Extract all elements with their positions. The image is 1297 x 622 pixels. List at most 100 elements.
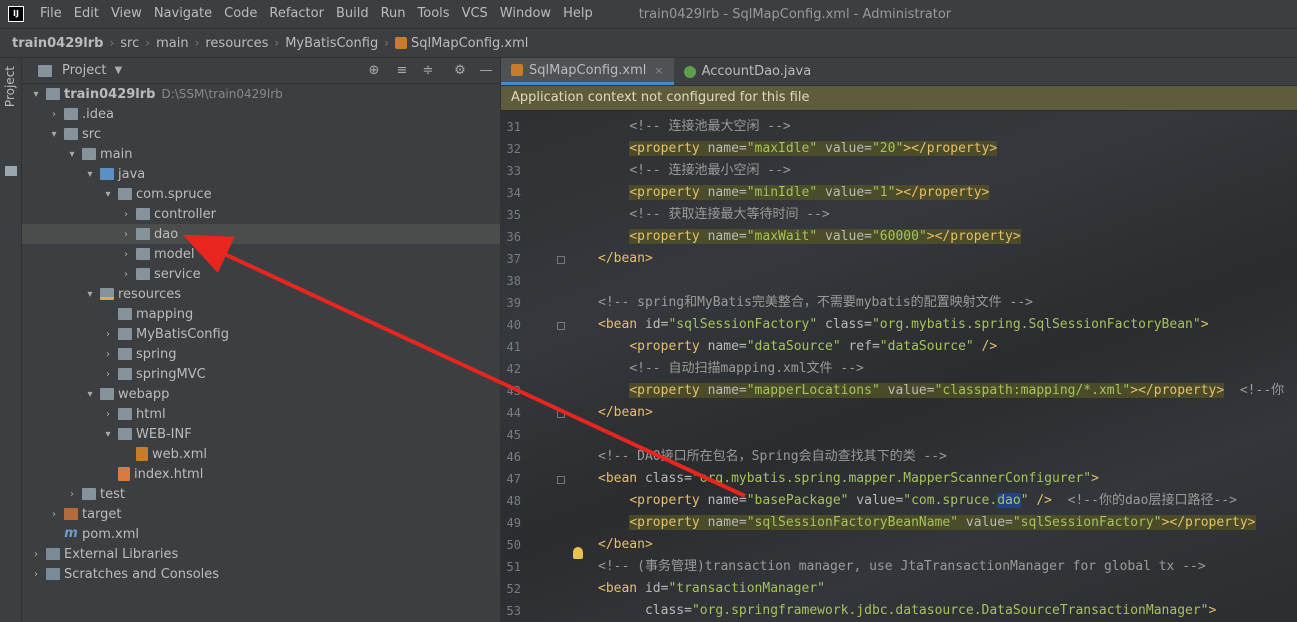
tree-item-dao[interactable]: › dao — [22, 224, 500, 244]
tree-item-test[interactable]: › test — [22, 484, 500, 504]
gear-icon[interactable]: ⚙ — [452, 63, 468, 78]
code-editor[interactable]: 31 32 33 34 35 36 37 38 39 40 41 42 43 44 45 46 47 48 49 50… — [501, 111, 1297, 622]
fold-marker-icon[interactable] — [557, 476, 565, 484]
code-token: name= — [707, 185, 747, 200]
menu-vcs[interactable]: VCS — [456, 0, 494, 28]
chevron-down-icon[interactable]: ▾ — [102, 189, 114, 200]
menu-navigate[interactable]: Navigate — [148, 0, 218, 28]
tree-item-mybatisconfig[interactable]: › MyBatisConfig — [22, 324, 500, 344]
chevron-down-icon[interactable]: ▾ — [30, 89, 42, 100]
menu-run[interactable]: Run — [375, 0, 412, 28]
tree-item-com-spruce[interactable]: ▾ com.spruce — [22, 184, 500, 204]
tree-item-service[interactable]: › service — [22, 264, 500, 284]
code-token: "1" — [871, 185, 896, 200]
tree-item-label: html — [136, 406, 166, 422]
menu-refactor[interactable]: Refactor — [263, 0, 330, 28]
project-tool-window-button[interactable]: Project — [3, 66, 17, 107]
fold-marker-icon[interactable] — [557, 410, 565, 418]
tree-item-label: web.xml — [152, 446, 207, 462]
chevron-down-icon[interactable]: ▾ — [48, 129, 60, 140]
java-class-icon — [683, 65, 696, 78]
chevron-down-icon[interactable]: ▼ — [114, 65, 122, 76]
breadcrumb-item[interactable]: train0429lrb — [12, 36, 103, 51]
close-icon[interactable]: × — [654, 64, 663, 77]
breadcrumb-item[interactable]: src — [120, 36, 139, 51]
tree-item-html[interactable]: › html — [22, 404, 500, 424]
chevron-right-icon[interactable]: › — [120, 249, 132, 260]
chevron-right-icon[interactable]: › — [120, 269, 132, 280]
minimize-icon[interactable]: — — [478, 63, 494, 78]
tree-item-webapp[interactable]: ▾ webapp — [22, 384, 500, 404]
tree-item-target[interactable]: › target — [22, 504, 500, 524]
menu-build[interactable]: Build — [330, 0, 375, 28]
chevron-down-icon[interactable]: ▾ — [102, 429, 114, 440]
breadcrumb-item[interactable]: SqlMapConfig.xml — [411, 36, 528, 51]
chevron-right-icon[interactable]: › — [102, 329, 114, 340]
tree-item-external-libraries[interactable]: › External Libraries — [22, 544, 500, 564]
menu-help[interactable]: Help — [557, 0, 599, 28]
fold-marker-icon[interactable] — [557, 322, 565, 330]
chevron-right-icon[interactable]: › — [48, 109, 60, 120]
breadcrumb-item[interactable]: main — [156, 36, 188, 51]
chevron-down-icon[interactable]: ▾ — [84, 289, 96, 300]
chevron-right-icon[interactable]: › — [120, 229, 132, 240]
chevron-right-icon[interactable]: › — [30, 549, 42, 560]
tree-item-src[interactable]: ▾ src — [22, 124, 500, 144]
code-token: name= — [707, 141, 747, 156]
code-token: "com.spruce. — [903, 493, 998, 508]
project-panel-title[interactable]: Project — [62, 63, 106, 78]
menu-code[interactable]: Code — [218, 0, 263, 28]
breadcrumb-item[interactable]: resources — [205, 36, 268, 51]
tab-sqlmapconfig-xml[interactable]: SqlMapConfig.xml × — [501, 58, 674, 85]
tree-item-train0429lrb[interactable]: ▾ train0429lrb D:\SSM\train0429lrb — [22, 84, 500, 104]
crosshair-icon[interactable]: ⊕ — [366, 63, 382, 78]
collapse-icon[interactable]: ≑ — [420, 63, 436, 78]
chevron-down-icon[interactable]: ▾ — [84, 169, 96, 180]
chevron-right-icon[interactable]: › — [120, 209, 132, 220]
tree-item-java[interactable]: ▾ java — [22, 164, 500, 184]
chevron-right-icon[interactable]: › — [48, 509, 60, 520]
tree-item-web-inf[interactable]: ▾ WEB-INF — [22, 424, 500, 444]
tree-item-mapping[interactable]: mapping — [22, 304, 500, 324]
chevron-right-icon[interactable]: › — [102, 409, 114, 420]
tree-item-controller[interactable]: › controller — [22, 204, 500, 224]
breadcrumb-item[interactable]: MyBatisConfig — [285, 36, 378, 51]
code-token: ></property> — [895, 185, 990, 200]
structure-icon[interactable] — [5, 166, 17, 176]
menu-edit[interactable]: Edit — [68, 0, 105, 28]
tree-item-model[interactable]: › model — [22, 244, 500, 264]
tree-item-label: target — [82, 506, 122, 522]
tree-item--idea[interactable]: › .idea — [22, 104, 500, 124]
chevron-right-icon[interactable]: › — [102, 369, 114, 380]
tab-accountdao-java[interactable]: AccountDao.java — [674, 58, 822, 85]
window-title: train0429lrb - SqlMapConfig.xml - Admini… — [638, 6, 952, 22]
chevron-down-icon[interactable]: ▾ — [84, 389, 96, 400]
code-token: id= — [644, 581, 669, 596]
tree-item-scratches-and-consoles[interactable]: › Scratches and Consoles — [22, 564, 500, 584]
chevron-right-icon[interactable]: › — [66, 489, 78, 500]
tree-item-index-html[interactable]: index.html — [22, 464, 500, 484]
folder-icon — [118, 428, 132, 440]
chevron-right-icon[interactable]: › — [102, 349, 114, 360]
intellij-logo-icon[interactable]: IJ — [8, 6, 24, 22]
left-tool-strip: Project — [0, 58, 22, 622]
menu-tools[interactable]: Tools — [412, 0, 456, 28]
tree-item-main[interactable]: ▾ main — [22, 144, 500, 164]
code-token: " — [1020, 493, 1029, 508]
menu-window[interactable]: Window — [494, 0, 557, 28]
lightbulb-icon[interactable] — [573, 547, 583, 559]
menu-file[interactable]: File — [34, 0, 68, 28]
line-number: 53 — [506, 604, 521, 618]
chevron-down-icon[interactable]: ▾ — [66, 149, 78, 160]
tree-item-label: WEB-INF — [136, 426, 192, 442]
tree-item-pom-xml[interactable]: m pom.xml — [22, 524, 500, 544]
expand-icon[interactable]: ≡ — [394, 63, 410, 78]
tree-item-label: .idea — [82, 106, 114, 122]
tree-item-springmvc[interactable]: › springMVC — [22, 364, 500, 384]
chevron-right-icon[interactable]: › — [30, 569, 42, 580]
menu-view[interactable]: View — [105, 0, 148, 28]
tree-item-resources[interactable]: ▾ resources — [22, 284, 500, 304]
tree-item-web-xml[interactable]: web.xml — [22, 444, 500, 464]
fold-marker-icon[interactable] — [557, 256, 565, 264]
tree-item-spring[interactable]: › spring — [22, 344, 500, 364]
